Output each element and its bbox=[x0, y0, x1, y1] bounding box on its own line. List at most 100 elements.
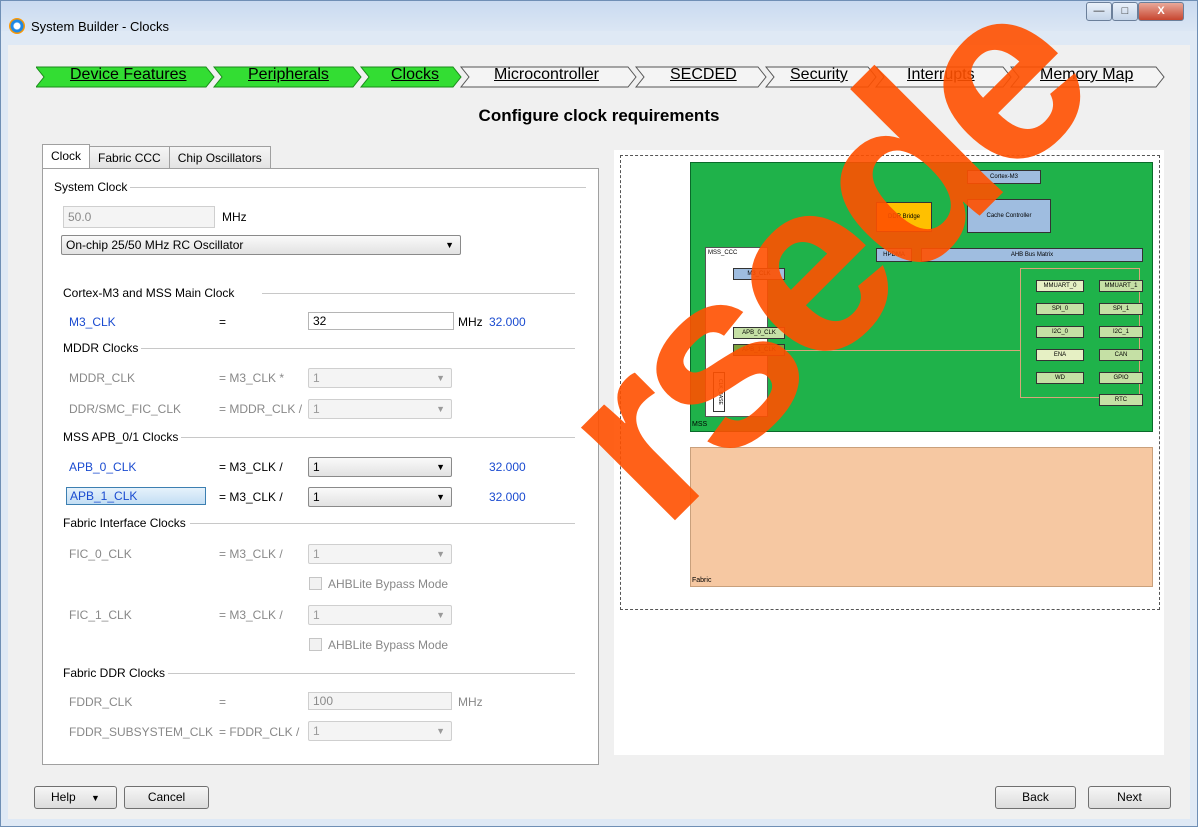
fddr-subsystem-clk-eq: = FDDR_CLK / bbox=[219, 725, 300, 739]
fic1-clk-select: 1 ▼ bbox=[308, 605, 452, 625]
system-clock-source-value: On-chip 25/50 MHz RC Oscillator bbox=[66, 238, 244, 252]
apb0-clk-eq: = M3_CLK / bbox=[219, 460, 283, 474]
fddr-subsystem-clk-value: 1 bbox=[313, 724, 320, 738]
rtc-block: RTC bbox=[1099, 394, 1143, 406]
apb0-clk-block: APB_0_CLK bbox=[733, 327, 785, 339]
group-cortex-main-clock: Cortex-M3 and MSS Main Clock bbox=[63, 286, 238, 300]
apb1-clk-select[interactable]: 1 ▼ bbox=[308, 487, 452, 507]
mmuart0-block: MMUART_0 bbox=[1036, 280, 1084, 292]
fic1-clk-eq: = M3_CLK / bbox=[219, 608, 283, 622]
divider bbox=[137, 348, 575, 349]
cache-controller-block: Cache Controller bbox=[967, 199, 1051, 233]
close-button[interactable]: X bbox=[1138, 2, 1184, 21]
fic1-clk-value: 1 bbox=[313, 608, 320, 622]
fddr-clk-unit: MHz bbox=[458, 695, 483, 709]
tab-fabric-ccc[interactable]: Fabric CCC bbox=[89, 146, 170, 168]
chevron-down-icon: ▼ bbox=[436, 404, 445, 414]
fddr-subsystem-clk-select: 1 ▼ bbox=[308, 721, 452, 741]
divider bbox=[262, 293, 575, 294]
chevron-down-icon: ▼ bbox=[436, 373, 445, 383]
mddr-clk-eq: = M3_CLK * bbox=[219, 371, 285, 385]
fddr-clk-field: 100 bbox=[308, 692, 452, 710]
chevron-down-icon: ▼ bbox=[445, 240, 454, 250]
fic0-clk-value: 1 bbox=[313, 547, 320, 561]
hpdma-block: HPDMA bbox=[876, 248, 912, 262]
cancel-button[interactable]: Cancel bbox=[124, 786, 209, 809]
m3-clk-unit: MHz bbox=[458, 315, 483, 329]
step-clocks[interactable]: Clocks bbox=[391, 66, 439, 84]
chevron-down-icon: ▼ bbox=[436, 610, 445, 620]
apb0-clk-result: 32.000 bbox=[489, 460, 526, 474]
mddr-clk-value: 1 bbox=[313, 371, 320, 385]
steps-chevrons bbox=[36, 66, 1165, 88]
fic0-clk-label: FIC_0_CLK bbox=[69, 547, 132, 561]
fic1-bypass-label: AHBLite Bypass Mode bbox=[328, 638, 449, 652]
fabric-label: Fabric bbox=[692, 577, 712, 584]
fic0-bypass-checkbox bbox=[309, 577, 322, 590]
divider bbox=[163, 673, 575, 674]
minimize-button[interactable]: — bbox=[1086, 2, 1112, 21]
spi0-block: SPI_0 bbox=[1036, 303, 1084, 315]
apb1-clk-result: 32.000 bbox=[489, 490, 526, 504]
group-system-clock: System Clock bbox=[54, 180, 131, 194]
step-interrupts[interactable]: Interrupts bbox=[907, 66, 975, 84]
ddr-bridge-block: DDR Bridge bbox=[876, 202, 932, 232]
chevron-down-icon: ▼ bbox=[436, 462, 445, 472]
step-security[interactable]: Security bbox=[790, 66, 848, 84]
clk-base-block: CLK_BASE bbox=[713, 372, 725, 412]
system-clock-source-select[interactable]: On-chip 25/50 MHz RC Oscillator ▼ bbox=[61, 235, 461, 255]
wd-block: WD bbox=[1036, 372, 1084, 384]
fic0-clk-eq: = M3_CLK / bbox=[219, 547, 283, 561]
m3-clk-label: M3_CLK bbox=[69, 315, 116, 329]
ddr-smc-fic-clk-value: 1 bbox=[313, 402, 320, 416]
ddr-smc-fic-clk-eq: = MDDR_CLK / bbox=[219, 402, 303, 416]
ddr-smc-fic-clk-label: DDR/SMC_FIC_CLK bbox=[69, 402, 182, 416]
m3-clk-input[interactable]: 32 bbox=[308, 312, 454, 330]
apb1-clk-label[interactable]: APB_1_CLK bbox=[66, 487, 206, 505]
ena-block: ENA bbox=[1036, 349, 1084, 361]
step-memory-map[interactable]: Memory Map bbox=[1040, 66, 1133, 84]
m3-clk-result: 32.000 bbox=[489, 315, 526, 329]
fic0-clk-select: 1 ▼ bbox=[308, 544, 452, 564]
spi1-block: SPI_1 bbox=[1099, 303, 1143, 315]
divider bbox=[178, 437, 575, 438]
mmuart1-block: MMUART_1 bbox=[1099, 280, 1143, 292]
can-block: CAN bbox=[1099, 349, 1143, 361]
fic1-bypass-checkbox bbox=[309, 638, 322, 651]
system-clock-unit: MHz bbox=[222, 210, 247, 224]
group-fabric-ddr-clocks: Fabric DDR Clocks bbox=[63, 666, 169, 680]
page-heading: Configure clock requirements bbox=[478, 106, 720, 125]
step-secded[interactable]: SECDED bbox=[670, 66, 737, 84]
help-button-label: Help bbox=[51, 790, 76, 804]
group-apb-clocks: MSS APB_0/1 Clocks bbox=[63, 430, 182, 444]
mddr-clk-label: MDDR_CLK bbox=[69, 371, 136, 385]
tab-clock[interactable]: Clock bbox=[42, 144, 91, 168]
title-bar: System Builder - Clocks — □ X bbox=[1, 1, 1197, 45]
apb0-clk-value: 1 bbox=[313, 460, 320, 474]
fabric-block bbox=[690, 447, 1153, 587]
app-logo-icon bbox=[9, 18, 25, 34]
tab-chip-oscillators[interactable]: Chip Oscillators bbox=[168, 146, 271, 168]
back-button[interactable]: Back bbox=[995, 786, 1076, 809]
step-microcontroller[interactable]: Microcontroller bbox=[494, 66, 599, 84]
help-button[interactable]: Help ▼ bbox=[34, 786, 117, 809]
fddr-subsystem-clk-label: FDDR_SUBSYSTEM_CLK bbox=[69, 725, 214, 739]
step-device-features[interactable]: Device Features bbox=[70, 66, 187, 84]
chevron-down-icon: ▼ bbox=[91, 793, 100, 803]
apb1-clk-eq: = M3_CLK / bbox=[219, 490, 283, 504]
group-fabric-interface-clocks: Fabric Interface Clocks bbox=[63, 516, 189, 530]
ddr-smc-fic-clk-select: 1 ▼ bbox=[308, 399, 452, 419]
maximize-button[interactable]: □ bbox=[1112, 2, 1138, 21]
system-clock-field: 50.0 bbox=[63, 206, 215, 228]
i2c0-block: I2C_0 bbox=[1036, 326, 1084, 338]
step-peripherals[interactable]: Peripherals bbox=[248, 66, 329, 84]
group-mddr-clocks: MDDR Clocks bbox=[63, 341, 142, 355]
fddr-clk-label: FDDR_CLK bbox=[69, 695, 133, 709]
apb1-clk-value: 1 bbox=[313, 490, 320, 504]
fic0-bypass-label: AHBLite Bypass Mode bbox=[328, 577, 449, 591]
apb0-clk-select[interactable]: 1 ▼ bbox=[308, 457, 452, 477]
fic1-clk-label: FIC_1_CLK bbox=[69, 608, 132, 622]
cortex-m3-block: Cortex-M3 bbox=[967, 170, 1041, 184]
next-button[interactable]: Next bbox=[1088, 786, 1171, 809]
mss-label: MSS bbox=[692, 421, 708, 428]
